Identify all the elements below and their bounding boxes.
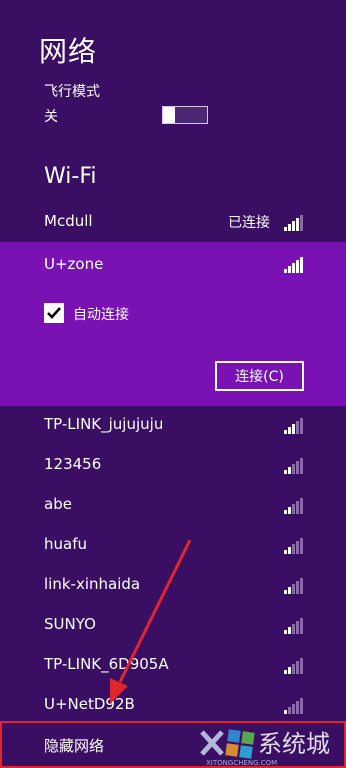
signal-bar bbox=[300, 498, 303, 514]
network-row[interactable]: TP-LINK_jujujuju bbox=[0, 405, 346, 445]
signal-bar bbox=[300, 458, 303, 474]
signal-bar bbox=[292, 221, 295, 231]
signal-bar bbox=[288, 266, 291, 273]
signal-bar bbox=[288, 467, 291, 474]
signal-bar bbox=[284, 470, 287, 474]
wifi-signal-icon bbox=[284, 458, 303, 474]
signal-bar bbox=[292, 424, 295, 434]
signal-bar bbox=[284, 227, 287, 231]
signal-bar bbox=[292, 464, 295, 474]
wifi-signal-icon bbox=[284, 418, 303, 434]
signal-bar bbox=[296, 581, 299, 594]
network-status: 已连接 bbox=[228, 215, 270, 231]
network-name: U+zone bbox=[44, 255, 104, 273]
network-row[interactable]: link-xinhaida bbox=[0, 565, 346, 605]
wifi-heading: Wi-Fi bbox=[44, 164, 97, 189]
signal-bar bbox=[296, 621, 299, 634]
network-row[interactable]: U+NetD92B bbox=[0, 685, 346, 725]
signal-bar bbox=[292, 544, 295, 554]
airplane-mode-state: 关 bbox=[44, 109, 58, 125]
wifi-signal-icon bbox=[284, 257, 303, 273]
signal-bar bbox=[284, 550, 287, 554]
signal-bar bbox=[296, 501, 299, 514]
signal-bar bbox=[284, 670, 287, 674]
signal-bar bbox=[288, 707, 291, 714]
page-title: 网络 bbox=[39, 35, 98, 68]
network-name: TP-LINK_6D905A bbox=[44, 655, 169, 673]
network-row[interactable]: SUNYO bbox=[0, 605, 346, 645]
auto-connect-checkbox[interactable] bbox=[44, 303, 64, 323]
signal-bar bbox=[284, 510, 287, 514]
network-name: TP-LINK_jujujuju bbox=[44, 415, 164, 433]
signal-bar bbox=[292, 624, 295, 634]
signal-bar bbox=[292, 263, 295, 273]
airplane-mode-label: 飞行模式 bbox=[44, 84, 100, 100]
network-row[interactable]: abe bbox=[0, 485, 346, 525]
signal-bar bbox=[288, 547, 291, 554]
auto-connect-label: 自动连接 bbox=[73, 307, 129, 323]
network-name: abe bbox=[44, 495, 72, 513]
signal-bar bbox=[300, 578, 303, 594]
signal-bar bbox=[300, 618, 303, 634]
network-name: Mcdull bbox=[44, 212, 93, 230]
signal-bar bbox=[300, 538, 303, 554]
signal-bar bbox=[288, 427, 291, 434]
signal-bar bbox=[292, 664, 295, 674]
watermark-subtext: XITONGCHENG.COM bbox=[206, 759, 277, 767]
checkmark-icon bbox=[47, 307, 61, 319]
network-name: link-xinhaida bbox=[44, 575, 141, 593]
signal-bar bbox=[284, 710, 287, 714]
connect-button[interactable]: 连接(C) bbox=[215, 361, 304, 391]
signal-bar bbox=[296, 421, 299, 434]
signal-bar bbox=[300, 418, 303, 434]
wifi-signal-icon bbox=[284, 538, 303, 554]
signal-bar bbox=[296, 661, 299, 674]
wifi-signal-icon bbox=[284, 498, 303, 514]
signal-bar bbox=[288, 587, 291, 594]
selected-network-panel[interactable]: U+zone 自动连接 连接(C) bbox=[0, 242, 346, 406]
signal-bar bbox=[300, 215, 303, 231]
signal-bar bbox=[288, 224, 291, 231]
network-row[interactable]: TP-LINK_6D905A bbox=[0, 645, 346, 685]
watermark-logo: 系统城 XITONGCHENG.COM bbox=[200, 729, 330, 767]
signal-bar bbox=[288, 507, 291, 514]
hidden-network-label: 隐藏网络 bbox=[44, 737, 105, 755]
signal-bar bbox=[296, 218, 299, 231]
wifi-signal-icon bbox=[284, 658, 303, 674]
signal-bar bbox=[296, 461, 299, 474]
network-name: U+NetD92B bbox=[44, 695, 135, 713]
signal-bar bbox=[292, 704, 295, 714]
network-row-connected[interactable]: Mcdull 已连接 bbox=[0, 202, 346, 242]
signal-bar bbox=[284, 430, 287, 434]
network-name: huafu bbox=[44, 535, 87, 553]
airplane-mode-toggle[interactable] bbox=[162, 106, 208, 124]
wifi-signal-icon bbox=[284, 698, 303, 714]
network-row[interactable]: huafu bbox=[0, 525, 346, 565]
signal-bar bbox=[300, 698, 303, 714]
wifi-signal-icon bbox=[284, 215, 303, 231]
signal-bar bbox=[300, 257, 303, 273]
wifi-signal-icon bbox=[284, 578, 303, 594]
signal-bar bbox=[296, 260, 299, 273]
signal-bar bbox=[284, 590, 287, 594]
signal-bar bbox=[292, 504, 295, 514]
toggle-knob bbox=[163, 107, 175, 123]
network-row[interactable]: 123456 bbox=[0, 445, 346, 485]
signal-bar bbox=[292, 584, 295, 594]
signal-bar bbox=[296, 701, 299, 714]
signal-bar bbox=[284, 269, 287, 273]
signal-bar bbox=[300, 658, 303, 674]
watermark-text: 系统城 bbox=[258, 730, 330, 758]
network-name: 123456 bbox=[44, 455, 102, 473]
signal-bar bbox=[284, 630, 287, 634]
signal-bar bbox=[296, 541, 299, 554]
signal-bar bbox=[288, 667, 291, 674]
wifi-signal-icon bbox=[284, 618, 303, 634]
network-name: SUNYO bbox=[44, 615, 96, 633]
signal-bar bbox=[288, 627, 291, 634]
